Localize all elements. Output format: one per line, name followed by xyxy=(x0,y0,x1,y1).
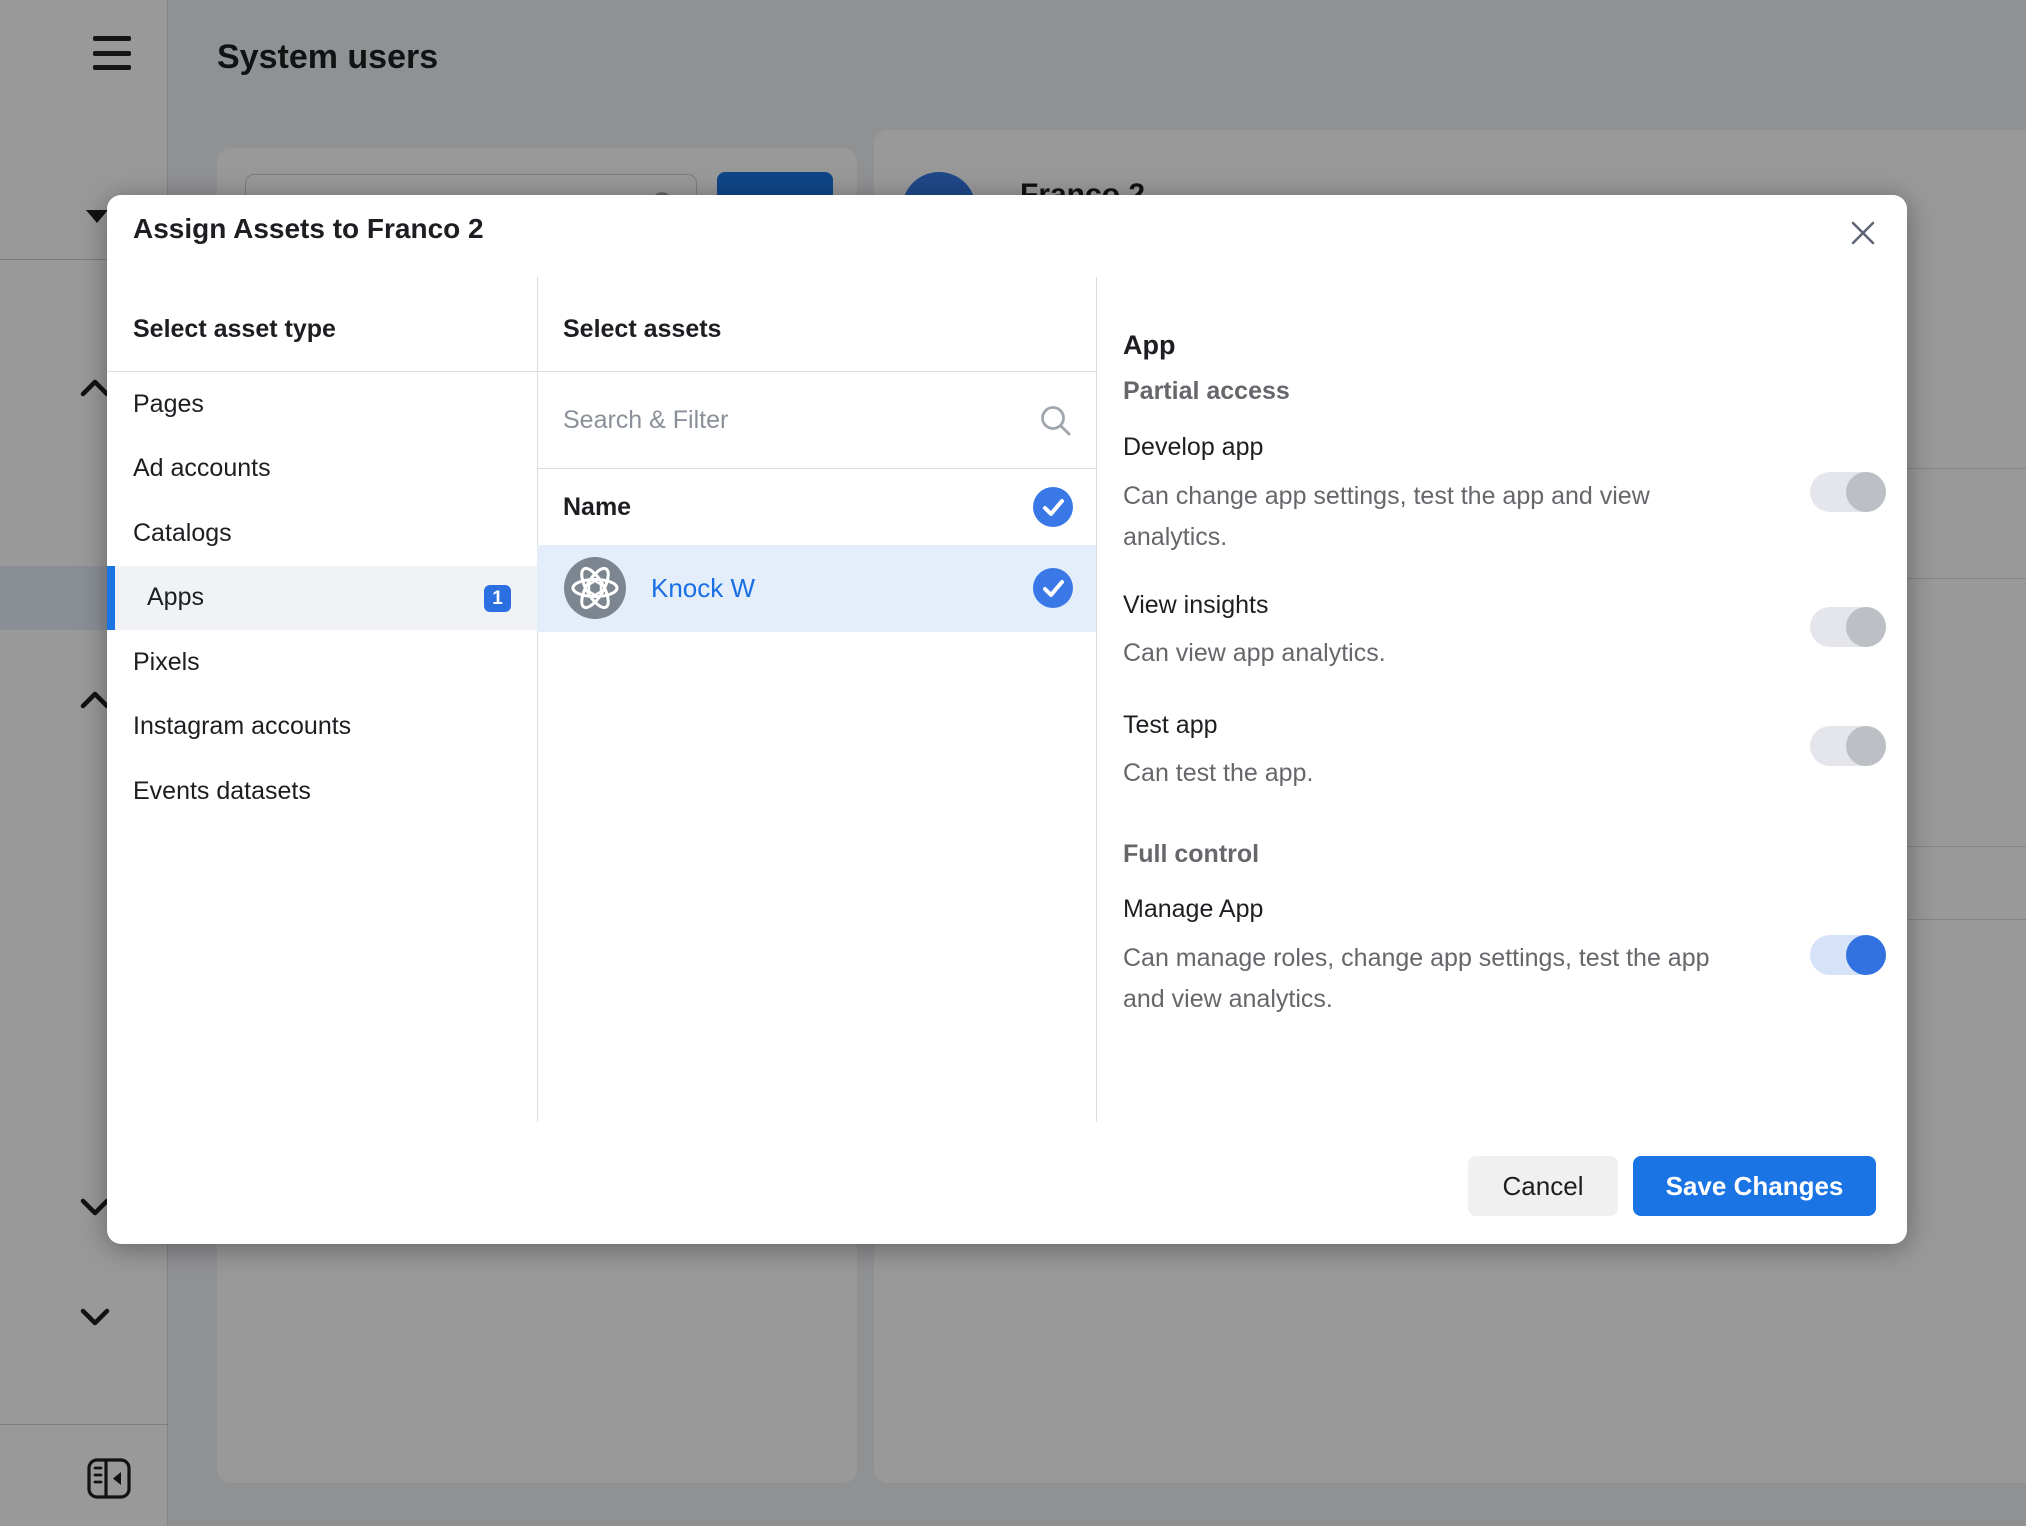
manage-app-toggle[interactable] xyxy=(1810,935,1886,975)
permission-manage-app-label: Manage App xyxy=(1123,895,1263,924)
permission-test-app-description: Can test the app. xyxy=(1123,753,1728,794)
asset-name: Knock W xyxy=(651,573,755,604)
asset-type-events-datasets[interactable]: Events datasets xyxy=(107,759,537,824)
assets-table-header: Name xyxy=(537,469,1096,545)
develop-app-toggle[interactable] xyxy=(1810,472,1886,512)
column-divider xyxy=(1096,277,1097,1122)
cancel-button[interactable]: Cancel xyxy=(1468,1156,1618,1216)
asset-type-pages[interactable]: Pages xyxy=(107,372,537,437)
asset-type-catalogs[interactable]: Catalogs xyxy=(107,501,537,566)
permission-develop-app-label: Develop app xyxy=(1123,433,1263,462)
dialog-title: Assign Assets to Franco 2 xyxy=(133,213,484,245)
asset-type-ad-accounts[interactable]: Ad accounts xyxy=(107,437,537,502)
permissions-header: App xyxy=(1123,330,1175,361)
permission-view-insights-label: View insights xyxy=(1123,591,1268,620)
asset-type-pixels[interactable]: Pixels xyxy=(107,630,537,695)
asset-search-row xyxy=(537,372,1096,468)
name-column-header: Name xyxy=(563,493,631,522)
asset-type-apps[interactable]: Apps 1 xyxy=(107,566,537,631)
test-app-toggle[interactable] xyxy=(1810,726,1886,766)
atom-app-icon xyxy=(564,557,626,619)
section-partial-access: Partial access xyxy=(1123,377,1290,406)
toggle-knob xyxy=(1846,935,1886,975)
search-input[interactable] xyxy=(537,372,1096,468)
assign-assets-dialog: Assign Assets to Franco 2 Select asset t… xyxy=(107,195,1907,1244)
save-changes-button[interactable]: Save Changes xyxy=(1633,1156,1876,1216)
assets-column-header: Select assets xyxy=(563,315,721,344)
asset-type-column-header: Select asset type xyxy=(133,315,336,344)
select-all-checkbox[interactable] xyxy=(1033,487,1073,527)
close-icon[interactable] xyxy=(1847,217,1887,257)
permission-develop-app-description: Can change app settings, test the app an… xyxy=(1123,476,1728,558)
permission-test-app-label: Test app xyxy=(1123,711,1218,740)
asset-type-list: Pages Ad accounts Catalogs Apps 1 Pixels… xyxy=(107,372,537,824)
toggle-knob xyxy=(1846,607,1886,647)
toggle-knob xyxy=(1846,726,1886,766)
asset-row-knock-w[interactable]: Knock W xyxy=(537,545,1096,632)
asset-type-instagram-accounts[interactable]: Instagram accounts xyxy=(107,695,537,760)
permission-view-insights-description: Can view app analytics. xyxy=(1123,633,1728,674)
section-full-control: Full control xyxy=(1123,840,1259,869)
permission-manage-app-description: Can manage roles, change app settings, t… xyxy=(1123,938,1728,1020)
toggle-knob xyxy=(1846,472,1886,512)
view-insights-toggle[interactable] xyxy=(1810,607,1886,647)
search-icon xyxy=(1038,403,1074,439)
asset-checkbox[interactable] xyxy=(1033,568,1073,608)
selected-count-badge: 1 xyxy=(484,585,511,612)
